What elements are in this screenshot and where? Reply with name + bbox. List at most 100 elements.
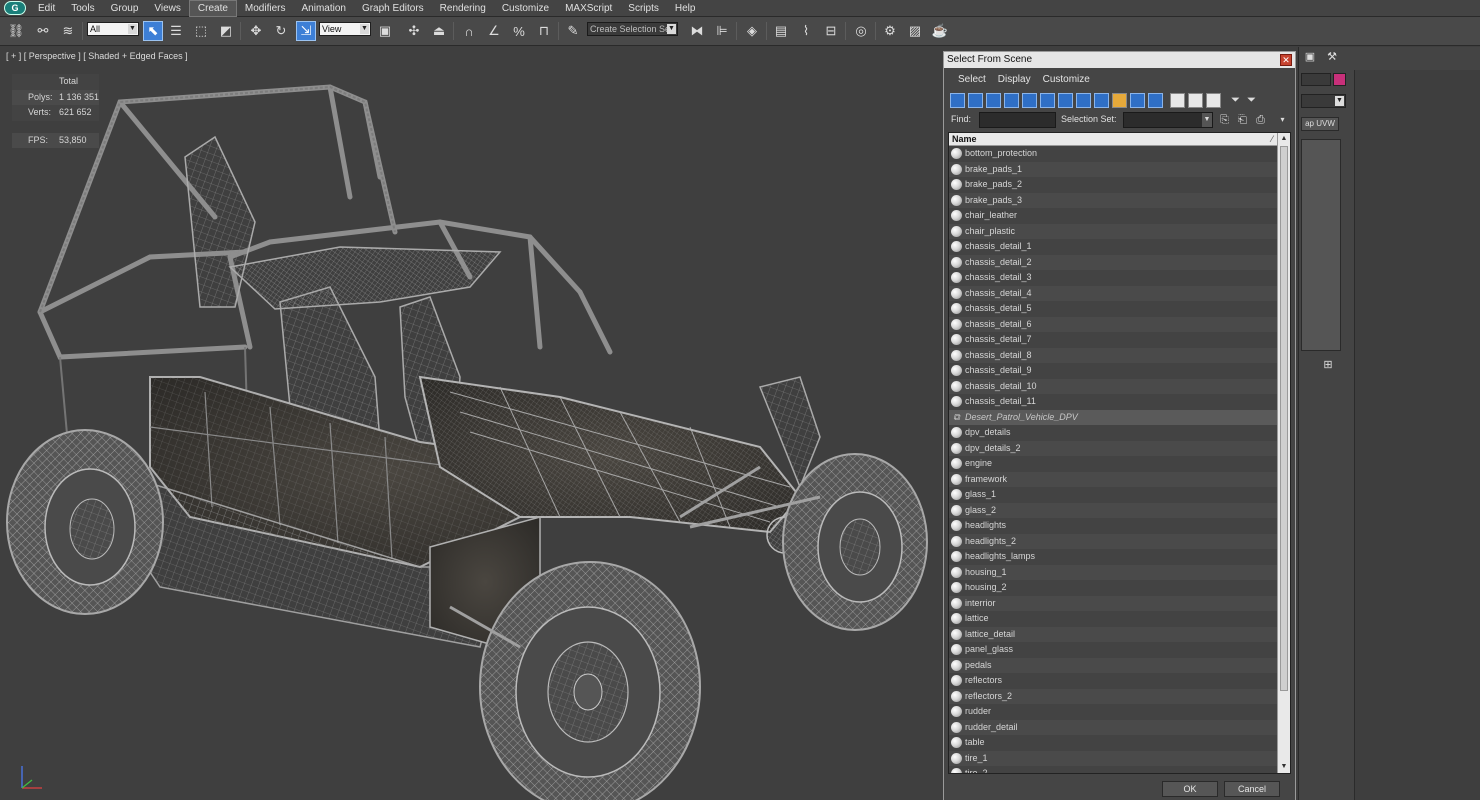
list-item[interactable]: interrior — [949, 595, 1278, 611]
display-geometry-icon[interactable] — [950, 93, 965, 108]
find-input[interactable] — [979, 112, 1056, 128]
display-containers-icon[interactable] — [1112, 93, 1127, 108]
ok-button[interactable]: OK — [1162, 781, 1218, 797]
list-item[interactable]: panel_glass — [949, 642, 1278, 658]
mirror-icon[interactable]: ⧓ — [687, 21, 707, 41]
close-icon[interactable]: ✕ — [1280, 54, 1292, 66]
list-item[interactable]: chassis_detail_8 — [949, 347, 1278, 363]
display-panel-icon[interactable]: ▣ — [1303, 50, 1317, 64]
align-icon[interactable]: ⊫ — [712, 21, 732, 41]
list-item[interactable]: ⧉ Desert_Patrol_Vehicle_DPV — [949, 409, 1278, 425]
bind-space-warp-icon[interactable]: ≋ — [58, 21, 78, 41]
viewport-label[interactable]: [ + ] [ Perspective ] [ Shaded + Edged F… — [6, 51, 188, 61]
list-item[interactable]: tire_1 — [949, 750, 1278, 766]
list-item[interactable]: brake_pads_1 — [949, 161, 1278, 177]
render-setup-icon[interactable]: ⚙ — [880, 21, 900, 41]
list-item[interactable]: chassis_detail_3 — [949, 270, 1278, 286]
select-and-rotate-icon[interactable]: ↻ — [271, 21, 291, 41]
scroll-down-icon[interactable]: ▼ — [1278, 761, 1290, 773]
list-item[interactable]: engine — [949, 456, 1278, 472]
menu-graph-editors[interactable]: Graph Editors — [354, 0, 432, 17]
menu-rendering[interactable]: Rendering — [432, 0, 494, 17]
list-item[interactable]: chassis_detail_9 — [949, 363, 1278, 379]
render-production-icon[interactable]: ☕ — [930, 21, 950, 41]
select-by-name-icon[interactable]: ☰ — [166, 21, 186, 41]
menu-help[interactable]: Help — [667, 0, 704, 17]
layer-manager-icon[interactable]: ◈ — [742, 21, 762, 41]
display-bones-icon[interactable] — [1094, 93, 1109, 108]
list-item[interactable]: chassis_detail_5 — [949, 301, 1278, 317]
scroll-up-icon[interactable]: ▲ — [1278, 133, 1290, 145]
graphite-modeling-icon[interactable]: ▤ — [771, 21, 791, 41]
filter-icon[interactable]: ⏷ — [1228, 93, 1243, 108]
list-item[interactable]: chassis_detail_10 — [949, 378, 1278, 394]
display-cameras-icon[interactable] — [1004, 93, 1019, 108]
modifier-list-dropdown[interactable]: ▼ — [1301, 94, 1346, 108]
pivot-center-icon[interactable]: ▣ — [375, 21, 395, 41]
list-item[interactable]: framework — [949, 471, 1278, 487]
select-and-manipulate-icon[interactable]: ✣ — [404, 21, 424, 41]
list-item[interactable]: table — [949, 735, 1278, 751]
object-name-field[interactable] — [1301, 73, 1331, 86]
list-item[interactable]: rudder — [949, 704, 1278, 720]
scrollbar-thumb[interactable] — [1280, 146, 1288, 691]
menu-maxscript[interactable]: MAXScript — [557, 0, 620, 17]
remove-from-selection-set-icon[interactable]: ⎙ — [1254, 113, 1267, 127]
snaps-toggle-icon[interactable]: ∩ — [459, 21, 479, 41]
list-item[interactable]: reflectors — [949, 673, 1278, 689]
list-item[interactable]: pedals — [949, 657, 1278, 673]
list-item[interactable]: reflectors_2 — [949, 688, 1278, 704]
list-item[interactable]: housing_1 — [949, 564, 1278, 580]
select-and-scale-icon[interactable]: ⇲ — [296, 21, 316, 41]
select-and-move-icon[interactable]: ✥ — [246, 21, 266, 41]
list-item[interactable]: headlights — [949, 518, 1278, 534]
edit-named-selection-icon[interactable]: ✎ — [563, 21, 583, 41]
menu-modifiers[interactable]: Modifiers — [237, 0, 294, 17]
invert-display-icon[interactable] — [1206, 93, 1221, 108]
list-item[interactable]: lattice — [949, 611, 1278, 627]
display-none-icon[interactable] — [1188, 93, 1203, 108]
application-button[interactable]: G — [0, 0, 30, 17]
display-space-warps-icon[interactable] — [1040, 93, 1055, 108]
link-icon[interactable]: ⛓ — [6, 21, 26, 41]
create-selection-set-icon[interactable]: ⎘ — [1218, 113, 1231, 127]
unlink-icon[interactable]: ⚯ — [33, 21, 53, 41]
list-item[interactable]: chair_leather — [949, 208, 1278, 224]
curve-editor-icon[interactable]: ⌇ — [796, 21, 816, 41]
object-color-swatch[interactable] — [1333, 73, 1346, 86]
schematic-view-icon[interactable]: ⊟ — [821, 21, 841, 41]
list-item[interactable]: rudder_detail — [949, 719, 1278, 735]
cancel-button[interactable]: Cancel — [1224, 781, 1280, 797]
menu-group[interactable]: Group — [103, 0, 147, 17]
menu-edit[interactable]: Edit — [30, 0, 63, 17]
unwrap-uvw-button[interactable]: ap UVW — [1301, 117, 1339, 131]
list-item[interactable]: housing_2 — [949, 580, 1278, 596]
menu-animation[interactable]: Animation — [293, 0, 353, 17]
selection-filter-dropdown[interactable]: All ▼ — [87, 22, 139, 36]
list-item[interactable]: tire_2 — [949, 766, 1278, 773]
dialog-menu-display[interactable]: Display — [992, 74, 1037, 85]
list-item[interactable]: chassis_detail_7 — [949, 332, 1278, 348]
dialog-menu-select[interactable]: Select — [952, 74, 992, 85]
list-item[interactable]: brake_pads_2 — [949, 177, 1278, 193]
list-item[interactable]: chair_plastic — [949, 223, 1278, 239]
reference-coordinate-dropdown[interactable]: View ▼ — [319, 22, 371, 36]
angle-snap-icon[interactable]: ∠ — [484, 21, 504, 41]
select-object-icon[interactable]: ⬉ — [143, 21, 163, 41]
display-groups-icon[interactable] — [1058, 93, 1073, 108]
rectangular-selection-icon[interactable]: ⬚ — [191, 21, 211, 41]
options-chevron-icon[interactable]: ▾ — [1276, 113, 1289, 127]
dialog-title-bar[interactable]: Select From Scene ✕ — [944, 52, 1295, 68]
filter-options-icon[interactable]: ⏷ — [1244, 93, 1259, 108]
spinner-snap-icon[interactable]: ⊓ — [534, 21, 554, 41]
list-item[interactable]: lattice_detail — [949, 626, 1278, 642]
utilities-hammer-icon[interactable]: ⚒ — [1325, 50, 1339, 64]
list-item[interactable]: chassis_detail_4 — [949, 285, 1278, 301]
menu-views[interactable]: Views — [146, 0, 189, 17]
display-lights-icon[interactable] — [986, 93, 1001, 108]
list-item[interactable]: bottom_protection — [949, 146, 1278, 162]
window-crossing-icon[interactable]: ◩ — [216, 21, 236, 41]
list-item[interactable]: chassis_detail_1 — [949, 239, 1278, 255]
list-item[interactable]: glass_1 — [949, 487, 1278, 503]
display-frozen-icon[interactable] — [1130, 93, 1145, 108]
